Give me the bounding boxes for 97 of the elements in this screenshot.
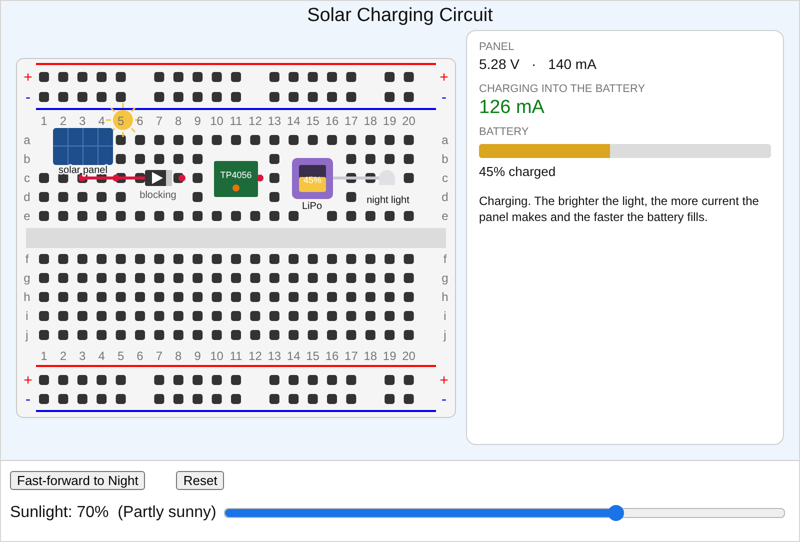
component-label: LiPo [302, 201, 322, 212]
column-number: 15 [306, 114, 320, 128]
column-number: 13 [268, 349, 282, 363]
section-heading: BATTERY [479, 126, 530, 138]
column-number: 7 [156, 114, 163, 128]
row-label: a [442, 133, 448, 147]
column-number: 15 [306, 349, 320, 363]
row-label: f [443, 252, 447, 266]
component-label: solar panel [58, 165, 108, 176]
battery-percent: 45% [304, 175, 322, 185]
column-number: 20 [402, 349, 416, 363]
column-number: 16 [325, 114, 339, 128]
column-number: 2 [60, 114, 67, 128]
sunlight-label: Sunlight: 70% (Partly sunny) [10, 504, 216, 522]
battery-caption: 45% charged [479, 164, 557, 179]
column-number: 13 [268, 114, 282, 128]
section-heading: PANEL [479, 41, 516, 53]
charging-current: 126 mA [479, 97, 546, 119]
row-label: f [25, 252, 29, 266]
column-number: 19 [382, 349, 396, 363]
component-label: night light [366, 195, 410, 206]
row-label: d [24, 190, 30, 204]
column-number: 11 [230, 114, 242, 128]
column-number: 19 [382, 114, 396, 128]
bulb-icon [379, 170, 395, 185]
row-label: c [442, 171, 448, 185]
column-number: 20 [402, 114, 416, 128]
voltage-value: 5.28 V [479, 56, 520, 72]
slider-thumb[interactable] [608, 505, 624, 521]
column-number: 10 [210, 349, 224, 363]
row-label: j [444, 328, 446, 342]
column-number: 1 [40, 349, 48, 363]
rail-sign: - [26, 89, 30, 106]
led-icon [232, 184, 240, 192]
row-label: a [24, 133, 30, 147]
column-number: 3 [79, 114, 86, 128]
column-number: 17 [344, 349, 358, 363]
column-number: 14 [286, 114, 300, 128]
rail-sign: + [440, 372, 448, 389]
row-label: i [444, 309, 446, 323]
column-number: 12 [248, 114, 262, 128]
column-number: 9 [194, 349, 201, 363]
row-label: h [24, 290, 30, 304]
row-label: i [26, 309, 28, 323]
rail-sign: - [26, 391, 30, 408]
row-label: h [442, 290, 448, 304]
page-title: Solar Charging Circuit [306, 4, 494, 28]
column-number: 12 [248, 349, 262, 363]
status-message: Charging. The brighter the light, the more current the panel makes and the faster the battery fills. [479, 193, 760, 225]
column-number: 5 [117, 114, 124, 128]
row-label: j [26, 328, 28, 342]
column-number: 17 [344, 114, 358, 128]
column-number: 6 [136, 114, 144, 128]
column-number: 1 [40, 114, 48, 128]
column-number: 5 [117, 349, 124, 363]
column-number: 2 [60, 349, 67, 363]
rail-sign: + [440, 69, 448, 86]
column-number: 4 [98, 349, 105, 363]
row-label: b [24, 152, 30, 166]
row-label: g [442, 271, 448, 285]
component-label: TP4056 [220, 170, 252, 180]
solar-panel-drawing [52, 128, 114, 166]
row-label: d [442, 190, 448, 204]
rail-sign: - [442, 89, 446, 106]
charger-board [214, 161, 258, 197]
column-number: 11 [230, 349, 242, 363]
column-number: 18 [364, 349, 378, 363]
action-button[interactable]: Reset [176, 471, 224, 490]
section-heading: CHARGING INTO THE BATTERY [479, 83, 646, 95]
rail-sign: - [442, 391, 446, 408]
column-number: 6 [136, 349, 144, 363]
current-value: 140 mA [548, 56, 596, 72]
column-number: 16 [325, 349, 339, 363]
column-number: 10 [210, 114, 224, 128]
row-label: b [442, 152, 448, 166]
column-number: 14 [286, 349, 300, 363]
row-label: e [24, 209, 30, 223]
battery-drawing [292, 158, 333, 199]
column-number: 4 [98, 114, 105, 128]
action-button[interactable]: Fast-forward to Night [10, 471, 146, 490]
column-number: 8 [175, 349, 182, 363]
diode-drawing [145, 170, 172, 186]
row-label: e [442, 209, 448, 223]
column-number: 7 [156, 349, 163, 363]
component-label: blocking [140, 190, 176, 201]
row-label: g [24, 271, 30, 285]
wire-end [178, 174, 186, 182]
rail-sign: + [24, 69, 32, 86]
separator: · [531, 56, 536, 72]
rail-sign: + [24, 372, 32, 389]
column-number: 9 [194, 114, 201, 128]
sunlight-slider[interactable] [224, 508, 785, 518]
wire [333, 176, 381, 180]
row-label: c [24, 171, 30, 185]
column-number: 18 [364, 114, 378, 128]
column-number: 3 [79, 349, 86, 363]
column-number: 8 [175, 114, 182, 128]
